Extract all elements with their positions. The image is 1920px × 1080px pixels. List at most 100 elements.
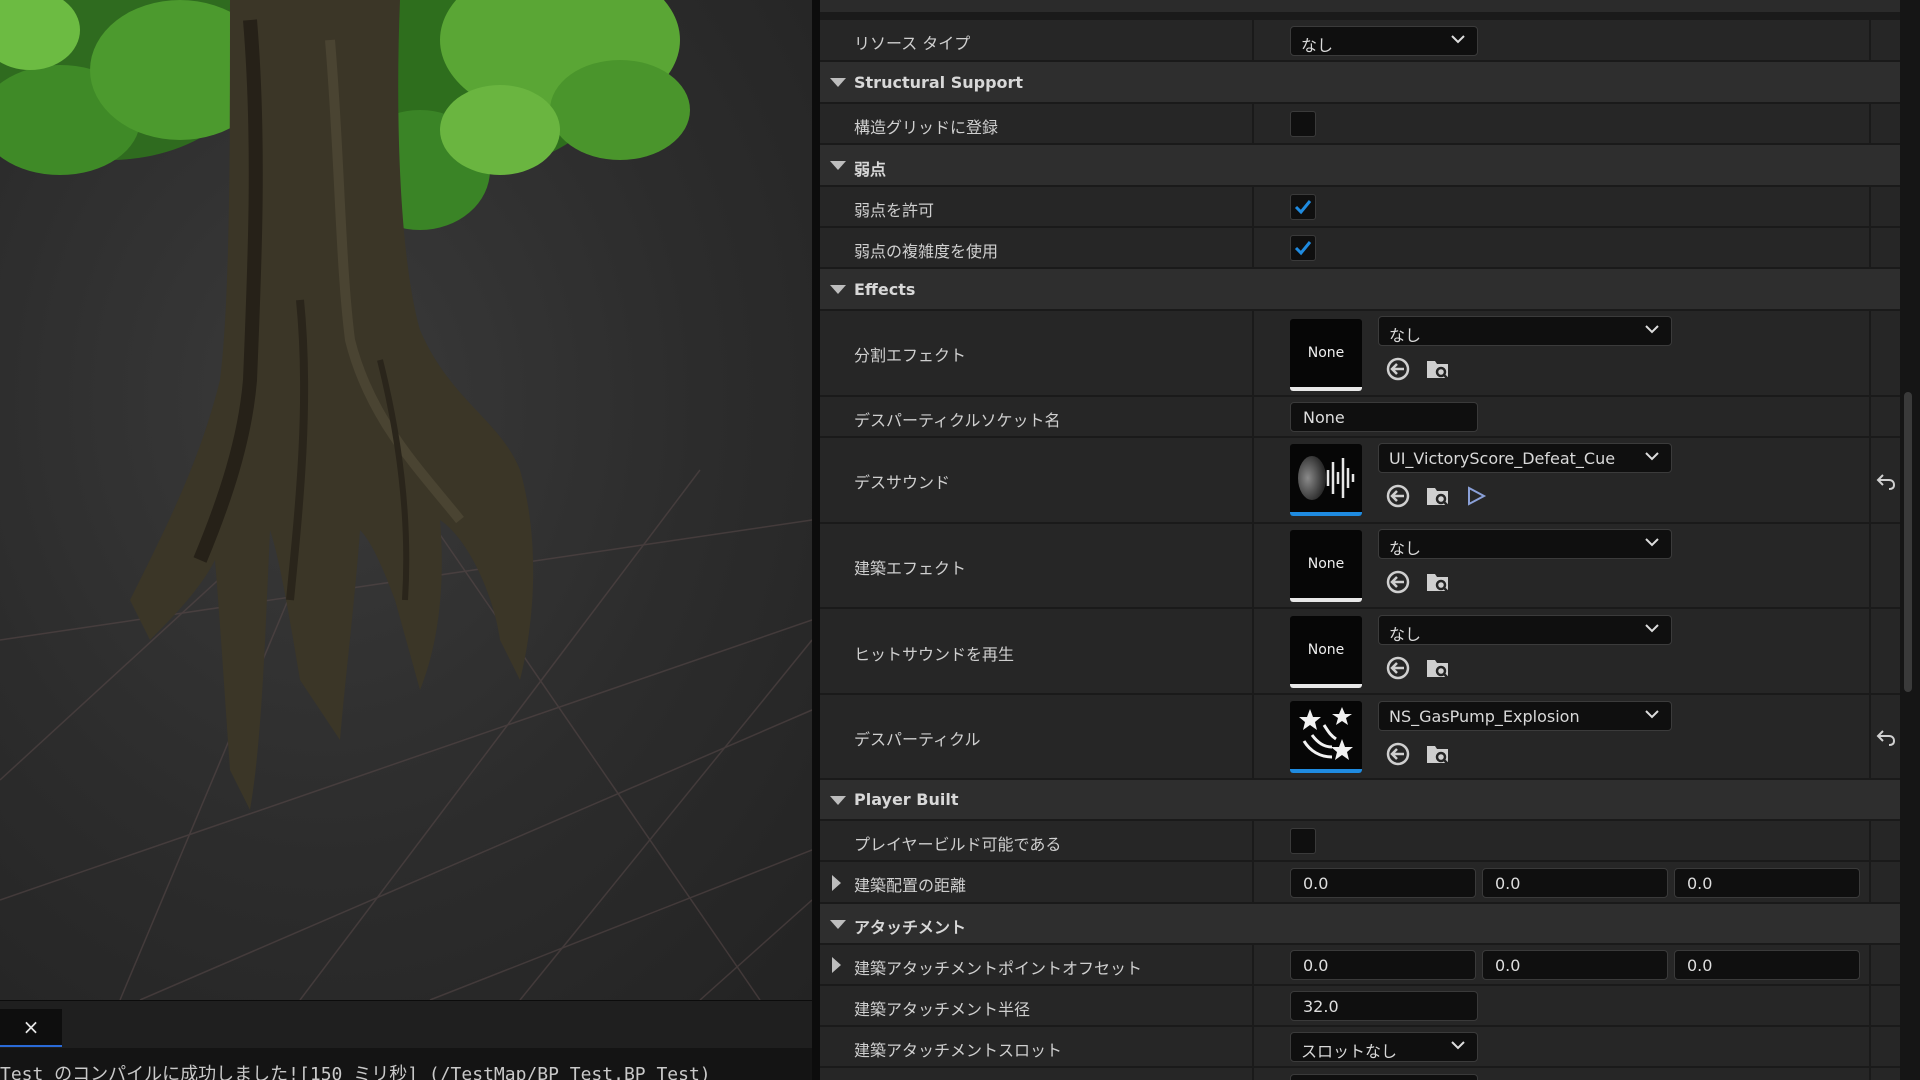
placement-distance-x-input[interactable]: 0.0 [1290,868,1476,898]
property-label: 構造グリッドに登録 [854,118,999,137]
details-scrollbar[interactable] [1904,392,1912,692]
category-title: Effects [854,280,916,299]
expand-arrow-icon[interactable] [830,796,846,805]
category-effects[interactable]: Effects [820,269,1900,311]
category-title: アタッチメント [854,918,967,937]
viewport-divider[interactable] [812,0,820,1080]
attachment-offset-x-input[interactable]: 0.0 [1290,950,1476,980]
resource-type-dropdown[interactable]: なし [1290,26,1478,56]
property-row-placement-distance: 建築配置の距離 0.0 0.0 0.0 [820,862,1900,904]
dropdown-value: なし [1389,539,1422,558]
property-label: 弱点の複雑度を使用 [854,242,999,261]
browse-folder-icon[interactable] [1424,482,1452,510]
attachment-offset-z-input[interactable]: 0.0 [1674,950,1860,980]
property-row-death-particle-socket: デスパーティクルソケット名 None [820,397,1900,438]
browse-folder-icon[interactable] [1424,355,1452,383]
partial-input[interactable] [1290,1074,1478,1080]
property-label: 建築アタッチメント半径 [854,1000,1031,1019]
property-label: 建築アタッチメントスロット [854,1041,1063,1060]
expand-arrow-icon[interactable] [832,875,841,891]
expand-arrow-icon[interactable] [830,161,846,170]
category-structural-support[interactable]: Structural Support [820,62,1900,104]
compile-log-message: Test のコンパイルに成功しました![150 ミリ秒] (/TestMap/B… [0,1048,812,1080]
dropdown-value: UI_VictoryScore_Defeat_Cue [1389,449,1616,468]
category-title: 弱点 [854,160,887,179]
chevron-down-icon [1645,624,1659,633]
use-complexity-checkbox[interactable] [1290,235,1316,261]
property-row-allow-weakness: 弱点を許可 [820,187,1900,228]
category-player-built[interactable]: Player Built [820,780,1900,821]
use-selected-asset-icon[interactable] [1384,355,1412,383]
build-effect-asset-picker[interactable]: なし [1378,529,1672,559]
category-title: Player Built [854,790,959,809]
property-label: デスパーティクル [854,730,981,749]
console-tab-bar: × [0,1000,812,1049]
asset-thumbnail[interactable]: None [1290,616,1362,688]
expand-arrow-icon[interactable] [830,285,846,294]
chevron-down-icon [1645,452,1659,461]
chevron-down-icon [1451,35,1465,44]
asset-thumbnail[interactable] [1290,701,1362,773]
dropdown-value: NS_GasPump_Explosion [1389,707,1580,726]
property-row-hit-sound: ヒットサウンドを再生 None なし [820,609,1900,695]
can-player-build-checkbox[interactable] [1290,828,1316,854]
placement-distance-y-input[interactable]: 0.0 [1482,868,1668,898]
property-row-split-effect: 分割エフェクト None なし [820,311,1900,397]
expand-arrow-icon[interactable] [830,920,846,929]
details-panel: リソース タイプ なし Structural Support 構造グリッドに登録… [820,0,1900,1080]
property-label: 建築エフェクト [854,559,967,578]
property-label: 弱点を許可 [854,201,935,220]
use-selected-asset-icon[interactable] [1384,568,1412,596]
checkmark-icon [1294,241,1312,256]
property-row-death-sound: デスサウンド UI_VictoryScore_Defeat_Cue [820,438,1900,524]
property-row-use-weakness-complexity: 弱点の複雑度を使用 [820,228,1900,269]
reset-to-default-icon[interactable] [1875,470,1897,492]
placement-distance-z-input[interactable]: 0.0 [1674,868,1860,898]
attachment-radius-input[interactable]: 32.0 [1290,991,1478,1021]
property-row-can-player-build: プレイヤービルド可能である [820,821,1900,862]
property-label: ヒットサウンドを再生 [854,645,1015,664]
category-attachment[interactable]: アタッチメント [820,904,1900,945]
close-icon[interactable]: × [0,1009,62,1047]
split-effect-asset-picker[interactable]: なし [1378,316,1672,346]
chevron-down-icon [1645,710,1659,719]
grid-register-checkbox[interactable] [1290,111,1316,137]
thumbnail-label: None [1307,345,1345,361]
use-selected-asset-icon[interactable] [1384,654,1412,682]
allow-weakness-checkbox[interactable] [1290,194,1316,220]
asset-thumbnail[interactable]: None [1290,319,1362,391]
expand-arrow-icon[interactable] [832,957,841,973]
attachment-slot-dropdown[interactable]: スロットなし [1290,1032,1478,1062]
death-particle-asset-picker[interactable]: NS_GasPump_Explosion [1378,701,1672,731]
browse-folder-icon[interactable] [1424,568,1452,596]
checkmark-icon [1294,200,1312,215]
expand-arrow-icon[interactable] [830,78,846,87]
level-viewport[interactable] [0,0,812,1000]
property-row-build-effect: 建築エフェクト None なし [820,524,1900,609]
property-row-partial [820,1068,1900,1080]
sound-wave-icon [1298,456,1355,500]
browse-folder-icon[interactable] [1424,654,1452,682]
thumbnail-label: None [1307,642,1345,658]
hit-sound-asset-picker[interactable]: なし [1378,615,1672,645]
chevron-down-icon [1451,1041,1465,1050]
category-weakness[interactable]: 弱点 [820,145,1900,187]
play-icon[interactable] [1462,482,1490,510]
property-row-attachment-radius: 建築アタッチメント半径 32.0 [820,986,1900,1027]
attachment-offset-y-input[interactable]: 0.0 [1482,950,1668,980]
death-sound-asset-picker[interactable]: UI_VictoryScore_Defeat_Cue [1378,443,1672,473]
chevron-down-icon [1645,325,1659,334]
use-selected-asset-icon[interactable] [1384,740,1412,768]
property-row-attachment-slot: 建築アタッチメントスロット スロットなし [820,1027,1900,1068]
category-title: Structural Support [854,73,1024,92]
use-selected-asset-icon[interactable] [1384,482,1412,510]
browse-folder-icon[interactable] [1424,740,1452,768]
dropdown-value: なし [1389,326,1422,345]
asset-thumbnail[interactable]: None [1290,530,1362,602]
death-particle-socket-input[interactable]: None [1290,402,1478,432]
viewport-scene [0,0,812,1000]
thumbnail-label: None [1307,556,1345,572]
asset-thumbnail[interactable] [1290,444,1362,516]
reset-to-default-icon[interactable] [1875,726,1897,748]
property-label: リソース タイプ [854,34,971,53]
